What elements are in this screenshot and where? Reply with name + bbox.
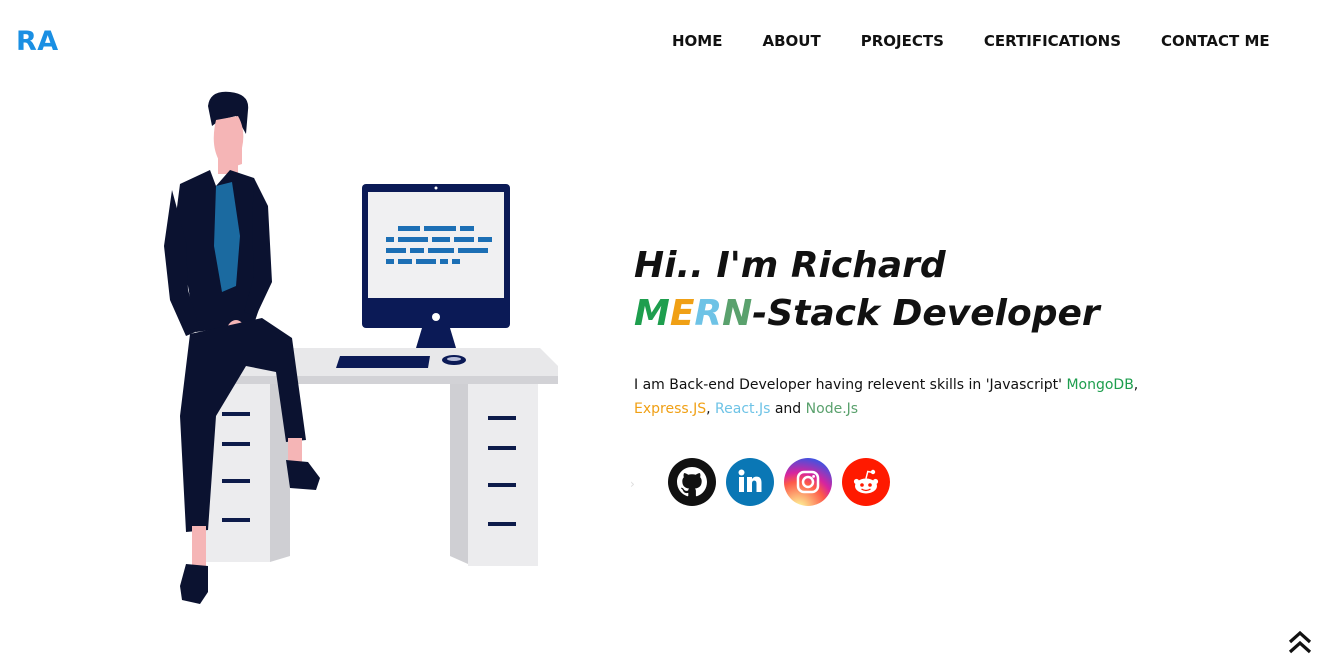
tech-mongodb: MongoDB (1066, 377, 1134, 393)
hero-description: I am Back-end Developer having relevent … (634, 373, 1204, 421)
role-letter-n: N (722, 293, 753, 334)
main-nav: HOME ABOUT PROJECTS CERTIFICATIONS CONTA… (672, 32, 1270, 50)
tech-express: Express.JS (634, 401, 707, 417)
reddit-icon[interactable] (842, 458, 890, 506)
nav-contact-me[interactable]: CONTACT ME (1161, 32, 1270, 50)
tech-react: React.Js (715, 401, 771, 417)
nav-certifications[interactable]: CERTIFICATIONS (984, 32, 1121, 50)
chevron-right-icon: › (630, 477, 635, 491)
nav-home[interactable]: HOME (672, 32, 722, 50)
hero-greeting: Hi.. I'm Richard (634, 245, 946, 286)
logo-link[interactable]: RA (16, 26, 59, 57)
instagram-icon[interactable] (784, 458, 832, 506)
separator-comma-2: , (706, 401, 711, 417)
role-letter-e: E (669, 293, 695, 334)
separator-comma: , (1133, 377, 1139, 393)
double-chevron-up-icon[interactable] (1286, 628, 1314, 656)
tech-node: Node.Js (805, 401, 859, 417)
social-links: › (630, 458, 900, 506)
role-letter-m: M (634, 293, 670, 334)
linkedin-icon[interactable] (726, 458, 774, 506)
nav-projects[interactable]: PROJECTS (861, 32, 944, 50)
description-prefix: I am Back-end Developer having relevent … (634, 377, 1067, 393)
separator-and: and (770, 401, 806, 417)
github-icon[interactable] (668, 458, 716, 506)
developer-illustration (164, 91, 558, 604)
role-suffix: -Stack Developer (752, 293, 1100, 334)
hero-role: MERN-Stack Developer (634, 290, 1100, 338)
role-letter-r: R (694, 293, 723, 334)
hero-heading: Hi.. I'm Richard MERN-Stack Developer (634, 242, 1100, 338)
nav-about[interactable]: ABOUT (762, 32, 820, 50)
portfolio-page: RA HOME ABOUT PROJECTS CERTIFICATIONS CO… (0, 0, 1336, 660)
